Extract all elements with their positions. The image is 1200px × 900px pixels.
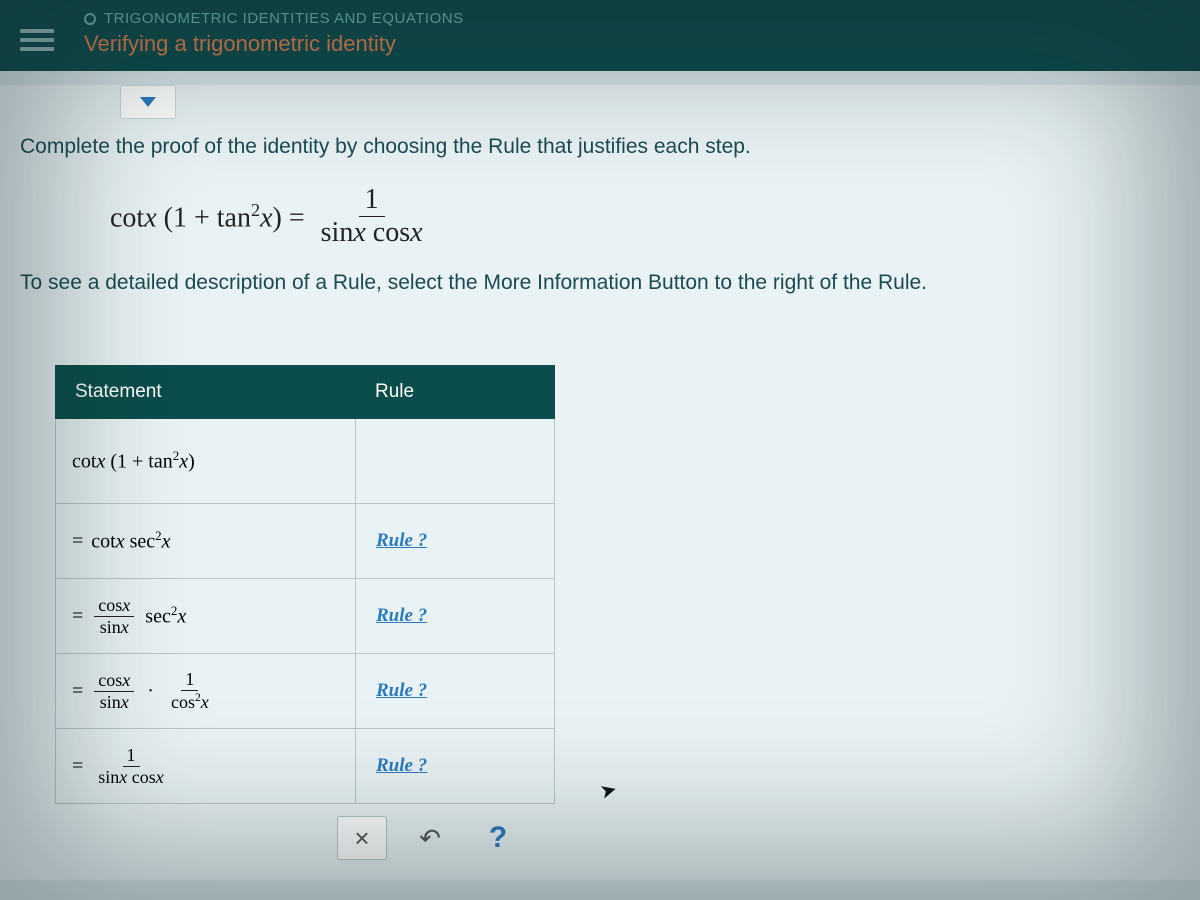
content-area: Complete the proof of the identity by ch…: [0, 85, 1200, 880]
undo-icon: ↶: [419, 823, 441, 854]
close-icon: ×: [354, 823, 369, 854]
undo-button[interactable]: ↶: [405, 816, 455, 860]
col-header-statement: Statement: [55, 365, 355, 419]
rule-select-2[interactable]: Rule ?: [376, 605, 427, 627]
help-button[interactable]: ?: [473, 816, 523, 860]
col-header-rule: Rule: [355, 365, 555, 419]
statement-3: = cosx sinx · 1 cos2x: [56, 654, 356, 728]
rule-select-4[interactable]: Rule ?: [376, 755, 427, 777]
rule-cell-1: Rule ?: [356, 504, 554, 578]
clear-button[interactable]: ×: [337, 816, 387, 860]
proof-row-0: cotx (1 + tan2x): [56, 419, 554, 503]
fraction-cos-over-sin-b: cosx sinx: [94, 671, 134, 712]
statement-0: cotx (1 + tan2x): [56, 419, 356, 503]
identity-lhs: cotx (1 + tan2x) =: [110, 200, 305, 234]
action-bar: × ↶ ?: [55, 816, 555, 860]
rule-select-3[interactable]: Rule ?: [376, 680, 427, 702]
breadcrumb-label: TRIGONOMETRIC IDENTITIES AND EQUATIONS: [104, 10, 464, 27]
proof-row-3: = cosx sinx · 1 cos2x Rule ?: [56, 653, 554, 728]
instruction-line-1: Complete the proof of the identity by ch…: [0, 131, 1200, 163]
fraction-cos-over-sin: cosx sinx: [94, 596, 134, 637]
proof-table-body: cotx (1 + tan2x) = cotx sec2x Rule ? = c…: [55, 419, 555, 804]
menu-icon[interactable]: [20, 24, 54, 56]
statement-2: = cosx sinx sec2x: [56, 579, 356, 653]
statement-4: = 1 sinx cosx: [56, 729, 356, 803]
rule-cell-4: Rule ?: [356, 729, 554, 803]
breadcrumb: TRIGONOMETRIC IDENTITIES AND EQUATIONS: [84, 10, 464, 27]
help-icon: ?: [489, 821, 507, 855]
page-title: Verifying a trigonometric identity: [84, 31, 464, 57]
statement-1: = cotx sec2x: [56, 504, 356, 578]
breadcrumb-dot-icon: [84, 13, 96, 25]
expand-button[interactable]: [120, 85, 176, 119]
app-header: TRIGONOMETRIC IDENTITIES AND EQUATIONS V…: [0, 0, 1200, 71]
identity-rhs-fraction: 1 sinx cosx: [315, 185, 429, 250]
proof-table-header: Statement Rule: [55, 365, 555, 419]
proof-row-4: = 1 sinx cosx Rule ?: [56, 728, 554, 803]
fraction-1-over-sincos: 1 sinx cosx: [94, 746, 168, 787]
fraction-1-over-cos2: 1 cos2x: [167, 670, 213, 712]
header-text: TRIGONOMETRIC IDENTITIES AND EQUATIONS V…: [84, 10, 464, 57]
rule-select-1[interactable]: Rule ?: [376, 530, 427, 552]
instruction-line-2: To see a detailed description of a Rule,…: [0, 271, 1200, 325]
proof-row-1: = cotx sec2x Rule ?: [56, 503, 554, 578]
rule-cell-3: Rule ?: [356, 654, 554, 728]
rule-cell-2: Rule ?: [356, 579, 554, 653]
rule-cell-0: [356, 419, 554, 503]
proof-table: Statement Rule cotx (1 + tan2x) = cotx s…: [55, 365, 555, 860]
chevron-down-icon: [140, 97, 156, 107]
proof-row-2: = cosx sinx sec2x Rule ?: [56, 578, 554, 653]
identity-equation: cotx (1 + tan2x) = 1 sinx cosx: [0, 163, 1200, 272]
